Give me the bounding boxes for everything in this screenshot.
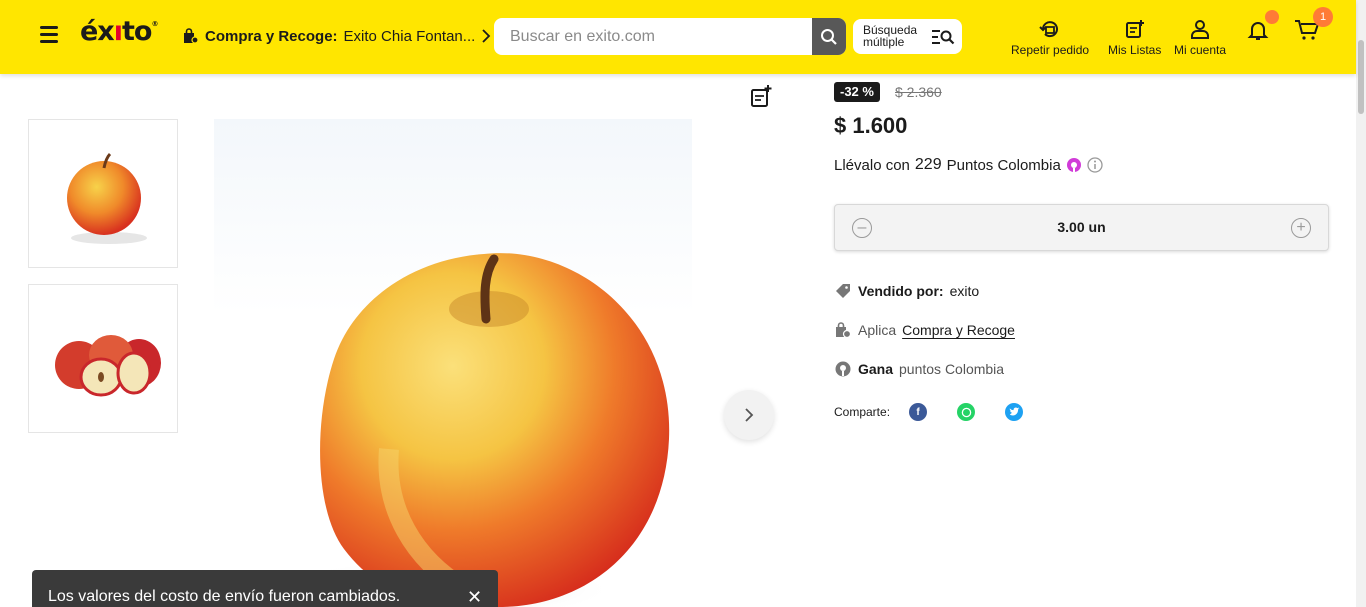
discount-badge: -32 % — [834, 82, 880, 102]
search-icon — [821, 28, 837, 45]
search-button[interactable] — [812, 18, 846, 55]
shipping-cost-toast: Los valores del costo de envío fueron ca… — [32, 570, 498, 607]
page-scrollbar[interactable] — [1356, 0, 1366, 607]
earn-value: puntos Colombia — [899, 361, 1005, 377]
exito-logo[interactable]: éxıto® — [80, 16, 158, 47]
product-main-image — [214, 119, 692, 607]
pickup-link[interactable]: Compra y Recoge — [902, 322, 1015, 338]
toast-message: Los valores del costo de envío fueron ca… — [48, 588, 401, 605]
sliced-apples-thumbnail-image — [55, 335, 161, 397]
quantity-value: 3.00 un — [1057, 219, 1106, 235]
pickup-label: Compra y Recoge: — [205, 27, 338, 45]
apple-thumbnail-image — [67, 152, 147, 244]
earn-label: Gana — [858, 361, 894, 377]
add-to-list-icon[interactable] — [750, 84, 772, 108]
repeat-order-button[interactable]: Repetir pedido — [1011, 19, 1089, 57]
increase-quantity-button[interactable]: + — [1291, 218, 1311, 238]
points-suffix: Puntos Colombia — [946, 156, 1061, 174]
sold-by-label: Vendido por: — [858, 283, 944, 299]
share-row: Comparte: f — [834, 403, 1024, 421]
search-input[interactable] — [494, 18, 812, 55]
old-price: $ 2.360 — [895, 84, 942, 100]
repeat-order-label: Repetir pedido — [1011, 43, 1090, 57]
apple-main-image — [274, 253, 670, 607]
chevron-right-icon — [745, 408, 754, 422]
quantity-stepper: – 3.00 un + — [834, 204, 1329, 251]
pickup-info-row: Aplica Compra y Recoge — [834, 321, 1015, 339]
earn-points-row: Gana puntos Colombia — [834, 360, 1004, 378]
current-price: $ 1.600 — [834, 113, 908, 138]
facebook-share-icon[interactable]: f — [909, 403, 928, 421]
gallery-next-button[interactable] — [724, 390, 774, 440]
my-lists-label: Mis Listas — [1108, 43, 1162, 57]
puntos-colombia-icon — [1066, 158, 1081, 172]
points-value: 229 — [914, 156, 942, 173]
cart-count-badge: 1 — [1313, 7, 1333, 27]
list-search-icon — [932, 30, 955, 45]
sold-by-value: exito — [949, 283, 980, 299]
chevron-right-icon — [482, 29, 491, 43]
points-icon — [835, 361, 851, 377]
product-thumbnail-2[interactable] — [28, 284, 178, 433]
multi-search-label: Búsqueda múltiple — [863, 23, 918, 49]
points-info: Llévalo con 229 Puntos Colombia — [834, 156, 1103, 174]
twitter-bird-icon — [1009, 407, 1020, 416]
repeat-order-icon — [1039, 21, 1059, 38]
my-account-button[interactable]: Mi cuenta — [1174, 19, 1226, 57]
search-bar — [494, 18, 846, 55]
close-icon[interactable]: ✕ — [467, 587, 482, 607]
my-account-label: Mi cuenta — [1174, 43, 1227, 57]
points-prefix: Llévalo con — [834, 156, 910, 174]
product-page: éxıto® Compra y Recoge: Exito Chia Fonta… — [0, 0, 1366, 607]
my-lists-button[interactable]: Mis Listas — [1108, 19, 1161, 57]
whatsapp-share-icon[interactable] — [957, 403, 976, 421]
twitter-share-icon[interactable] — [1005, 403, 1024, 421]
multi-search-button[interactable]: Búsqueda múltiple — [853, 19, 962, 54]
share-label: Comparte: — [834, 405, 891, 419]
whatsapp-icon — [961, 407, 971, 417]
product-thumbnail-1[interactable] — [28, 119, 178, 268]
user-icon — [1191, 20, 1210, 39]
sold-by-row: Vendido por: exito — [834, 282, 979, 300]
bag-clock-icon — [836, 322, 852, 339]
pickup-prefix: Aplica — [858, 322, 897, 338]
notification-bell-icon[interactable] — [1247, 19, 1269, 41]
bag-icon — [184, 28, 199, 44]
pickup-store-selector[interactable]: Compra y Recoge: Exito Chia Fontan... — [181, 27, 491, 45]
info-icon[interactable] — [1087, 157, 1103, 173]
tag-icon — [836, 284, 850, 298]
scrollbar-thumb[interactable] — [1358, 40, 1364, 114]
top-header: éxıto® Compra y Recoge: Exito Chia Fonta… — [0, 0, 1356, 74]
notification-badge — [1265, 10, 1279, 24]
pickup-store-name: Exito Chia Fontan... — [343, 27, 476, 45]
hamburger-menu-icon[interactable] — [40, 26, 60, 46]
lists-icon — [1125, 20, 1144, 38]
